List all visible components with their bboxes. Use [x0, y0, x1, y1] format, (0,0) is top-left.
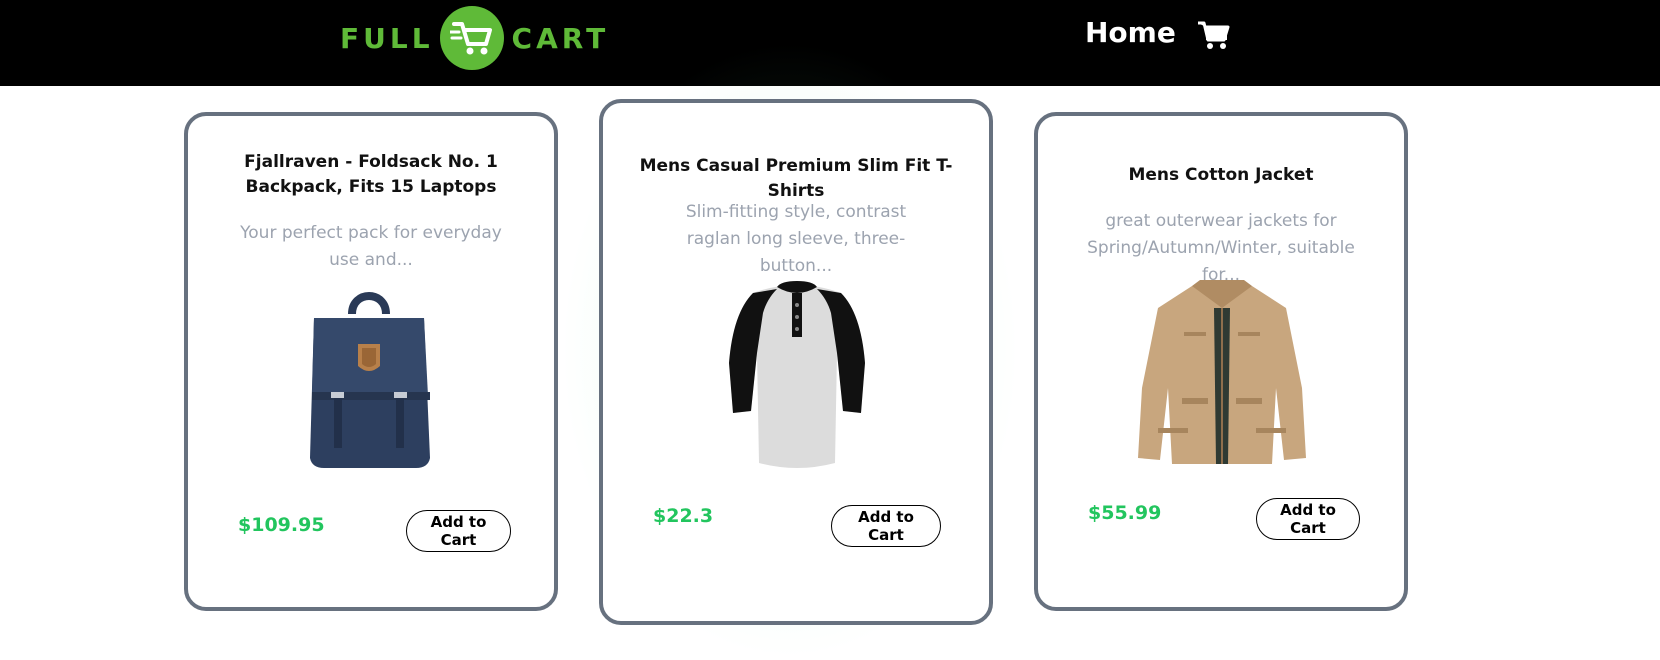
- logo-cart-icon: [439, 6, 504, 70]
- product-title: Mens Cotton Jacket: [1128, 165, 1314, 185]
- full-cart-logo[interactable]: FULL CART: [340, 6, 609, 70]
- shopping-cart-icon[interactable]: [1196, 18, 1230, 52]
- backpack-image: [302, 288, 436, 472]
- product-description: Slim-fitting style, contrast raglan long…: [685, 202, 907, 276]
- product-card: Mens Cotton Jacket great outerwear jacke…: [1034, 112, 1408, 611]
- product-card: Fjallraven - Foldsack No. 1 Backpack, Fi…: [184, 112, 558, 611]
- add-to-cart-button[interactable]: Add to Cart: [1256, 498, 1360, 540]
- product-price: $109.95: [238, 514, 325, 536]
- tshirt-image: [723, 273, 871, 473]
- product-price: $55.99: [1088, 502, 1162, 524]
- product-description: Your perfect pack for everyday use and..…: [240, 223, 502, 270]
- nav-home-link[interactable]: Home: [1085, 16, 1176, 49]
- add-to-cart-button[interactable]: Add to Cart: [406, 510, 511, 552]
- logo-text-left: FULL: [340, 21, 434, 55]
- product-card: Mens Casual Premium Slim Fit T-Shirts Sl…: [599, 99, 993, 625]
- navbar: FULL CART Home: [0, 0, 1660, 86]
- product-description: great outerwear jackets for Spring/Autum…: [1087, 211, 1355, 285]
- product-title: Fjallraven - Foldsack No. 1 Backpack, Fi…: [244, 152, 498, 197]
- jacket-image: [1136, 278, 1308, 468]
- add-to-cart-button[interactable]: Add to Cart: [831, 505, 941, 547]
- product-price: $22.3: [653, 505, 714, 527]
- logo-text-right: CART: [511, 21, 610, 55]
- product-title: Mens Casual Premium Slim Fit T-Shirts: [639, 156, 953, 201]
